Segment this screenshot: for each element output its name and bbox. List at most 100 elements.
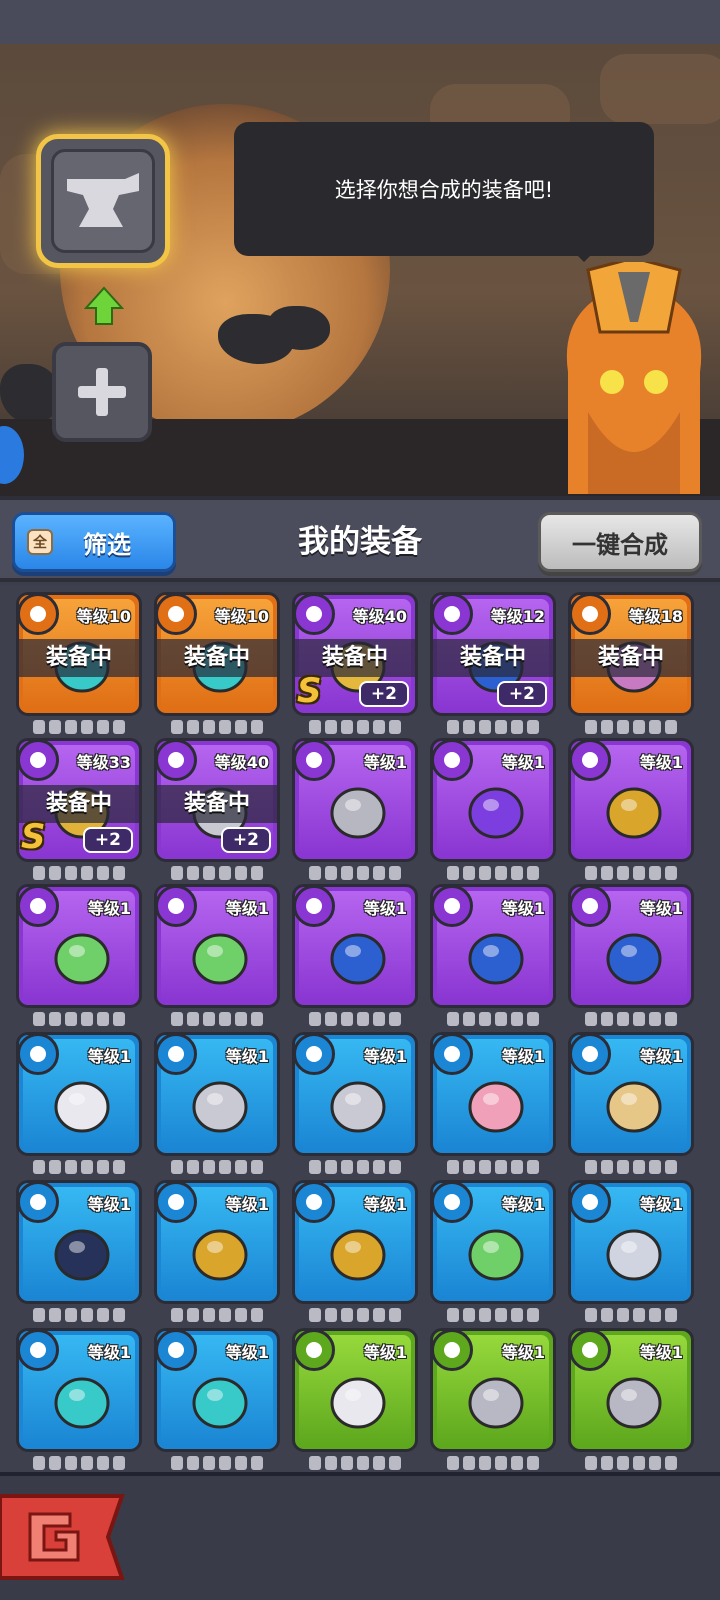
lock-icon: [511, 866, 523, 880]
item-level: 等级1: [225, 1047, 269, 1066]
lock-icon: [463, 720, 475, 734]
lock-icon: [113, 1456, 125, 1470]
lock-icon: [357, 1012, 369, 1026]
equipment-card[interactable]: 等级1: [568, 1032, 694, 1156]
equipment-card[interactable]: 等级10 装备中: [154, 592, 280, 716]
equipment-card[interactable]: 等级1: [430, 884, 556, 1008]
equipment-card[interactable]: 等级33 装备中 +2 S: [16, 738, 142, 862]
lock-icon: [81, 866, 93, 880]
equipment-card[interactable]: 等级1: [568, 1328, 694, 1452]
silver-mask-necklace-icon: [599, 1217, 669, 1287]
equipment-card[interactable]: 等级1: [16, 1180, 142, 1304]
lock-icon: [49, 1456, 61, 1470]
equipment-card[interactable]: 等级10 装备中: [16, 592, 142, 716]
lock-icon: [447, 1308, 459, 1322]
item-level: 等级1: [363, 899, 407, 918]
lock-icon: [373, 1308, 385, 1322]
lock-icon: [649, 720, 661, 734]
lock-icon: [97, 1012, 109, 1026]
equipment-card[interactable]: 等级40 装备中 +2: [154, 738, 280, 862]
equipment-card[interactable]: 等级1: [292, 738, 418, 862]
lock-icon: [527, 1160, 539, 1174]
equipped-label: 装备中: [433, 639, 553, 677]
equipment-card[interactable]: 等级1: [154, 884, 280, 1008]
lock-icon: [357, 866, 369, 880]
lock-icon: [341, 1308, 353, 1322]
equipment-card[interactable]: 等级1: [430, 1328, 556, 1452]
lock-icon: [203, 1160, 215, 1174]
great-axe-icon: [47, 1069, 117, 1139]
lock-icon: [585, 720, 597, 734]
dialog-bubble: 选择你想合成的装备吧!: [234, 122, 654, 262]
equipment-card[interactable]: 等级1: [16, 884, 142, 1008]
equipment-grid[interactable]: 等级10 装备中 等级10 装备中 等级40 装备中 +2 S 等级12 装备中 +2 等级18 装备中…: [0, 586, 720, 1472]
lock-icon: [633, 1308, 645, 1322]
lock-icon: [495, 1308, 507, 1322]
item-level: 等级1: [639, 899, 683, 918]
lock-icon: [511, 1012, 523, 1026]
equipment-card[interactable]: 等级1: [154, 1180, 280, 1304]
lock-icon: [585, 1308, 597, 1322]
equipment-card[interactable]: 等级40 装备中 +2 S: [292, 592, 418, 716]
equipment-card[interactable]: 等级1: [292, 1180, 418, 1304]
equipment-card[interactable]: 等级1: [430, 738, 556, 862]
equipment-card[interactable]: 等级18 装备中: [568, 592, 694, 716]
lock-icon: [495, 1012, 507, 1026]
equipment-card[interactable]: 等级1: [568, 884, 694, 1008]
hand-axe-icon: [599, 1365, 669, 1435]
item-type-icon: [582, 752, 598, 768]
lock-icon: [33, 720, 45, 734]
filter-button-label: 筛选: [83, 530, 131, 559]
lock-icon: [113, 1160, 125, 1174]
item-type-icon: [168, 898, 184, 914]
item-level: 等级1: [363, 753, 407, 772]
lock-icon: [495, 1160, 507, 1174]
lock-icon: [479, 866, 491, 880]
auto-merge-button[interactable]: 一键合成: [538, 512, 702, 572]
equipment-card[interactable]: 等级1: [568, 1180, 694, 1304]
lock-indicator-row: [16, 1308, 142, 1324]
equipment-card[interactable]: 等级1: [430, 1032, 556, 1156]
item-level: 等级1: [363, 1195, 407, 1214]
lock-icon: [97, 720, 109, 734]
lock-icon: [65, 1308, 77, 1322]
equipment-card[interactable]: 等级12 装备中 +2: [430, 592, 556, 716]
item-type-icon: [30, 752, 46, 768]
lock-icon: [389, 1308, 401, 1322]
green-orb-ring-icon: [461, 1217, 531, 1287]
item-type-icon: [306, 606, 322, 622]
equipment-card[interactable]: 等级1: [292, 1328, 418, 1452]
lock-icon: [479, 720, 491, 734]
lock-icon: [511, 720, 523, 734]
equipment-card[interactable]: 等级1: [16, 1032, 142, 1156]
lock-icon: [617, 1160, 629, 1174]
equipment-card[interactable]: 等级1: [568, 738, 694, 862]
equipment-card[interactable]: 等级1: [154, 1032, 280, 1156]
material-slot[interactable]: [52, 342, 152, 442]
s-rank-badge: S: [297, 671, 322, 711]
back-button[interactable]: [0, 1492, 128, 1582]
lock-icon: [325, 866, 337, 880]
lock-icon: [219, 866, 231, 880]
item-type-icon: [168, 1342, 184, 1358]
merge-target-slot[interactable]: [36, 134, 170, 268]
equipment-card[interactable]: 等级1: [154, 1328, 280, 1452]
lock-icon: [65, 866, 77, 880]
lock-icon: [187, 1012, 199, 1026]
item-type-icon: [582, 1194, 598, 1210]
lock-indicator-row: [292, 1160, 418, 1176]
item-type-icon: [582, 1342, 598, 1358]
lock-indicator-row: [430, 1160, 556, 1176]
lock-icon: [601, 720, 613, 734]
filter-button[interactable]: 全 筛选: [12, 512, 176, 572]
lock-icon: [325, 1012, 337, 1026]
equipment-card[interactable]: 等级1: [292, 884, 418, 1008]
lock-icon: [187, 720, 199, 734]
lock-icon: [113, 1308, 125, 1322]
item-level: 等级1: [501, 753, 545, 772]
lock-icon: [219, 720, 231, 734]
equipment-card[interactable]: 等级1: [430, 1180, 556, 1304]
spear-icon: [185, 1069, 255, 1139]
equipment-card[interactable]: 等级1: [292, 1032, 418, 1156]
equipment-card[interactable]: 等级1: [16, 1328, 142, 1452]
